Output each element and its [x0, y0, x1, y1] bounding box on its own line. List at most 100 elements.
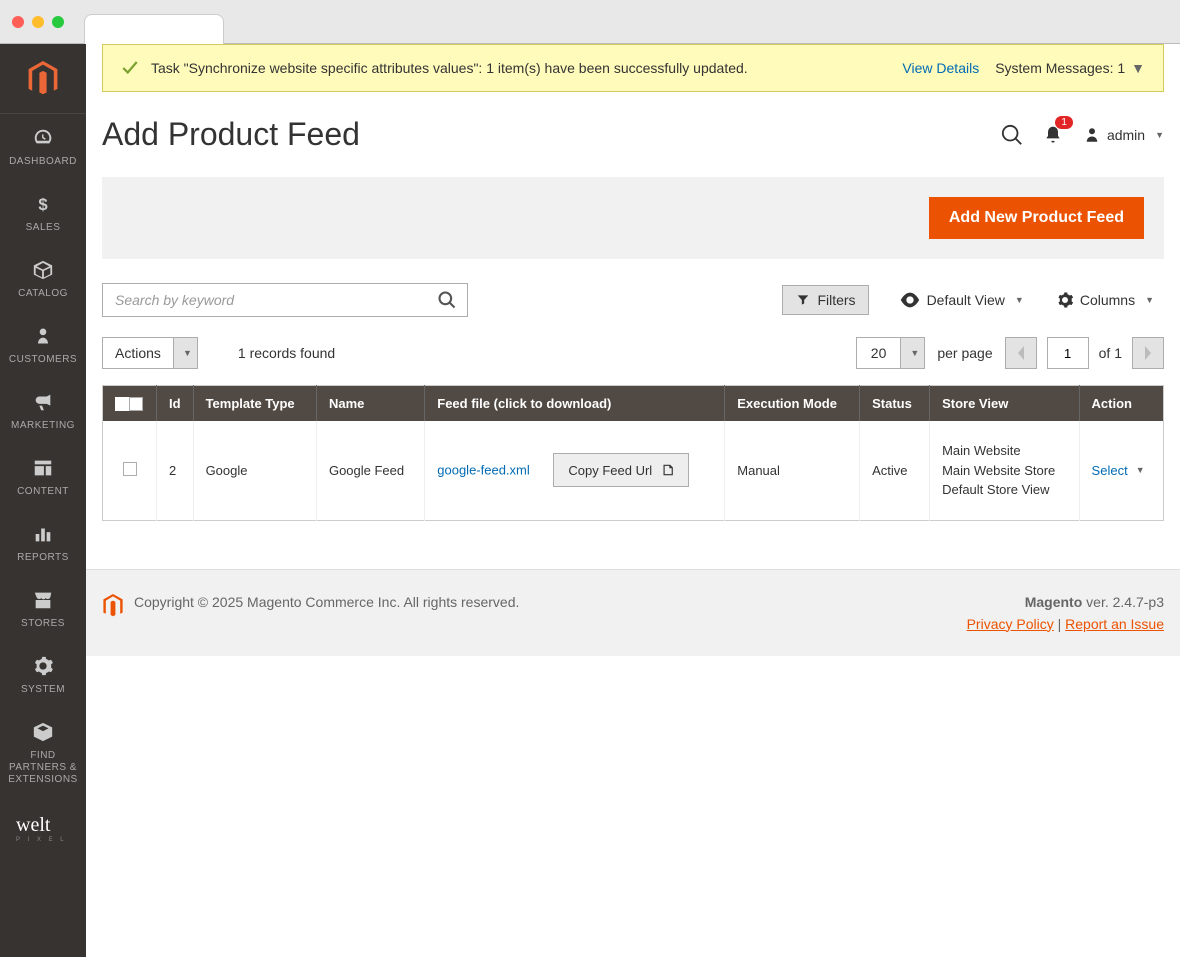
page-size-value: 20 [857, 345, 901, 361]
magento-logo[interactable] [0, 44, 86, 114]
sidebar-label: SALES [26, 222, 61, 234]
window-buttons [12, 16, 64, 28]
sidebar-item-reports[interactable]: REPORTS [0, 510, 86, 576]
window-minimize-button[interactable] [32, 16, 44, 28]
copyright-text: Copyright © 2025 Magento Commerce Inc. A… [134, 594, 967, 610]
gear-icon [1056, 291, 1074, 309]
system-message-count: System Messages: 1 [995, 60, 1125, 76]
row-checkbox[interactable] [123, 462, 137, 476]
mass-actions-select[interactable]: Actions ▼ [102, 337, 198, 369]
page-size-toggle[interactable]: ▼ [900, 338, 924, 368]
keyword-search [102, 283, 468, 317]
person-icon [31, 324, 55, 348]
search-button[interactable] [427, 284, 467, 316]
col-template-type[interactable]: Template Type [193, 386, 316, 422]
copy-icon [660, 462, 674, 478]
cell-exec-mode: Manual [725, 421, 860, 520]
sidebar-item-welt[interactable]: welt P I X E L [0, 798, 86, 859]
magento-version: ver. 2.4.7-p3 [1082, 594, 1164, 610]
sidebar-label: CONTENT [17, 486, 69, 498]
filters-label: Filters [817, 292, 855, 308]
chevron-right-icon [1143, 346, 1153, 360]
puzzle-icon [31, 720, 55, 744]
sidebar-item-content[interactable]: CONTENT [0, 444, 86, 510]
magento-logo-icon [102, 594, 124, 618]
filters-button[interactable]: Filters [782, 285, 868, 315]
report-issue-link[interactable]: Report an Issue [1065, 616, 1164, 632]
sidebar-item-customers[interactable]: CUSTOMERS [0, 312, 86, 378]
sidebar-item-marketing[interactable]: MARKETING [0, 378, 86, 444]
window-close-button[interactable] [12, 16, 24, 28]
megaphone-icon [31, 390, 55, 414]
window-maximize-button[interactable] [52, 16, 64, 28]
col-name[interactable]: Name [316, 386, 424, 422]
page-footer: Copyright © 2025 Magento Commerce Inc. A… [86, 569, 1180, 656]
add-product-feed-button[interactable]: Add New Product Feed [929, 197, 1144, 239]
search-icon [437, 290, 457, 310]
sidebar-label: STORES [21, 618, 65, 630]
sidebar-item-dashboard[interactable]: DASHBOARD [0, 114, 86, 180]
sidebar-item-catalog[interactable]: CATALOG [0, 246, 86, 312]
product-feed-grid: ▼ Id Template Type Name Feed file (click… [102, 385, 1164, 521]
actions-toggle[interactable]: ▼ [173, 338, 197, 368]
prev-page-button[interactable] [1005, 337, 1037, 369]
magento-brand-label: Magento [1025, 594, 1083, 610]
chevron-down-icon: ▼ [1155, 130, 1164, 140]
default-view-button[interactable]: Default View ▼ [889, 286, 1034, 314]
sidebar-label: CATALOG [18, 288, 68, 300]
admin-account-link[interactable]: admin ▼ [1083, 126, 1164, 144]
header-checkbox-group[interactable]: ▼ [115, 397, 144, 411]
col-id[interactable]: Id [157, 386, 194, 422]
sidebar-item-sales[interactable]: $ SALES [0, 180, 86, 246]
eye-icon [899, 292, 921, 308]
table-row[interactable]: 2 Google Google Feed google-feed.xml Cop… [103, 421, 1164, 520]
sidebar-label: REPORTS [17, 552, 69, 564]
header-checkbox-toggle[interactable]: ▼ [129, 397, 143, 411]
view-details-link[interactable]: View Details [902, 60, 979, 76]
action-toolbar: Add New Product Feed [102, 177, 1164, 259]
search-input[interactable] [103, 284, 427, 316]
per-page-label: per page [937, 345, 992, 361]
col-exec-mode[interactable]: Execution Mode [725, 386, 860, 422]
copy-feed-url-button[interactable]: Copy Feed Url [553, 453, 689, 487]
global-search-button[interactable] [1001, 124, 1023, 146]
actions-label: Actions [103, 345, 173, 361]
feed-file-link[interactable]: google-feed.xml [437, 463, 530, 478]
next-page-button[interactable] [1132, 337, 1164, 369]
privacy-policy-link[interactable]: Privacy Policy [967, 616, 1054, 632]
row-action-label: Select [1092, 463, 1128, 478]
browser-tab[interactable] [84, 14, 224, 44]
notification-badge: 1 [1055, 116, 1073, 129]
row-action-select[interactable]: Select ▼ [1092, 463, 1145, 478]
page-size-select[interactable]: 20 ▼ [856, 337, 926, 369]
copy-btn-label: Copy Feed Url [568, 463, 652, 478]
col-action: Action [1079, 386, 1163, 422]
system-message-text: Task "Synchronize website specific attri… [151, 60, 902, 76]
col-store-view[interactable]: Store View [930, 386, 1079, 422]
dashboard-icon [31, 126, 55, 150]
bar-chart-icon [31, 522, 55, 546]
sidebar-label: CUSTOMERS [9, 354, 77, 366]
cell-id: 2 [157, 421, 194, 520]
chevron-down-icon[interactable]: ▼ [1131, 60, 1145, 76]
welt-logo: welt [16, 814, 70, 837]
admin-user-label: admin [1107, 127, 1145, 143]
chevron-down-icon: ▼ [1145, 295, 1154, 305]
check-icon [121, 59, 139, 77]
columns-button[interactable]: Columns ▼ [1046, 285, 1164, 315]
sidebar-label: FIND PARTNERS & EXTENSIONS [4, 750, 82, 786]
browser-chrome [0, 0, 1180, 44]
col-status[interactable]: Status [860, 386, 930, 422]
layout-icon [31, 456, 55, 480]
sidebar-item-partners[interactable]: FIND PARTNERS & EXTENSIONS [0, 708, 86, 798]
current-page-input[interactable] [1047, 337, 1089, 369]
sidebar-item-stores[interactable]: STORES [0, 576, 86, 642]
cell-template-type: Google [193, 421, 316, 520]
header-checkbox[interactable] [115, 397, 129, 411]
cell-name: Google Feed [316, 421, 424, 520]
cell-store-view: Main Website Main Website Store Default … [930, 421, 1079, 520]
col-feed-file[interactable]: Feed file (click to download) [425, 386, 725, 422]
sidebar-label: DASHBOARD [9, 156, 77, 168]
notifications-button[interactable]: 1 [1043, 124, 1063, 146]
sidebar-item-system[interactable]: SYSTEM [0, 642, 86, 708]
